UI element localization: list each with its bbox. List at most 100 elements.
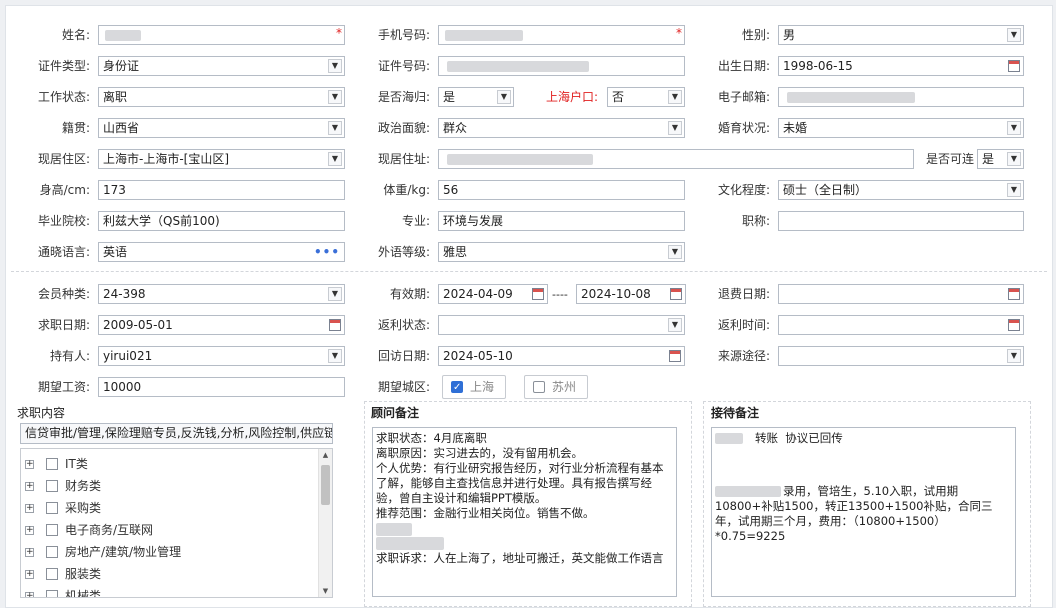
chevron-down-icon[interactable]: ▼ — [668, 121, 682, 135]
expected-salary-input[interactable]: 10000 — [98, 377, 345, 397]
valid-from-input[interactable]: 2024-04-09 — [438, 284, 548, 304]
tree-node[interactable]: + IT类 — [21, 453, 311, 475]
email-input[interactable] — [778, 87, 1024, 107]
rebate-status-label: 返利状态: — [377, 318, 430, 332]
marital-status-select[interactable]: 未婚 ▼ — [778, 118, 1024, 138]
job-title-input[interactable] — [778, 211, 1024, 231]
returnee-label: 是否海归: — [377, 90, 430, 104]
political-status-value: 群众 — [443, 121, 468, 135]
plus-icon[interactable]: + — [25, 548, 34, 557]
checkbox-icon[interactable] — [46, 524, 58, 536]
tree-node[interactable]: + 电子商务/互联网 — [21, 519, 311, 541]
checkbox-icon[interactable] — [46, 568, 58, 580]
returnee-select[interactable]: 是 ▼ — [438, 87, 514, 107]
holder-select[interactable]: yirui021 ▼ — [98, 346, 345, 366]
checkbox-icon[interactable] — [46, 590, 58, 597]
more-icon[interactable]: ••• — [314, 243, 340, 261]
calendar-icon[interactable] — [1008, 319, 1020, 331]
language-level-select[interactable]: 雅思 ▼ — [438, 242, 685, 262]
major-input[interactable]: 环境与发展 — [438, 211, 685, 231]
checkbox-icon[interactable] — [46, 480, 58, 492]
id-number-input[interactable] — [438, 56, 685, 76]
native-place-select[interactable]: 山西省 ▼ — [98, 118, 345, 138]
chevron-down-icon[interactable]: ▼ — [328, 90, 342, 104]
chevron-down-icon[interactable]: ▼ — [328, 59, 342, 73]
chevron-down-icon[interactable]: ▼ — [328, 121, 342, 135]
calendar-icon[interactable] — [532, 288, 544, 300]
checkbox-icon[interactable] — [46, 502, 58, 514]
tree-node[interactable]: + 采购类 — [21, 497, 311, 519]
valid-to-input[interactable]: 2024-10-08 — [576, 284, 686, 304]
member-type-label: 会员种类: — [37, 287, 90, 301]
chevron-down-icon[interactable]: ▼ — [668, 90, 682, 104]
checkbox-icon[interactable] — [46, 458, 58, 470]
job-seek-date-value: 2009-05-01 — [103, 318, 173, 332]
chevron-down-icon[interactable]: ▼ — [328, 287, 342, 301]
weight-input[interactable]: 56 — [438, 180, 685, 200]
political-status-select[interactable]: 群众 ▼ — [438, 118, 685, 138]
plus-icon[interactable]: + — [25, 482, 34, 491]
job-seek-date-input[interactable]: 2009-05-01 — [98, 315, 345, 335]
tree-node[interactable]: + 房地产/建筑/物业管理 — [21, 541, 311, 563]
plus-icon[interactable]: + — [25, 504, 34, 513]
id-number-label: 证件号码: — [377, 59, 430, 73]
tree-scrollbar[interactable]: ▲ ▼ — [318, 449, 332, 597]
phone-input[interactable]: * — [438, 25, 685, 45]
chevron-down-icon[interactable]: ▼ — [328, 349, 342, 363]
consultant-notes-textarea[interactable]: 求职状态：4月底离职 离职原因：实习进去的，没有留用机会。 个人优势：有行业研究… — [372, 427, 677, 597]
member-type-value: 24-398 — [103, 287, 146, 301]
calendar-icon[interactable] — [1008, 60, 1020, 72]
checkbox-icon[interactable] — [46, 546, 58, 558]
scroll-down-icon[interactable]: ▼ — [321, 587, 330, 595]
chevron-down-icon[interactable]: ▼ — [668, 318, 682, 332]
residence-address-input[interactable] — [438, 149, 914, 169]
city-option-label: 上海 — [470, 380, 495, 394]
tree-node[interactable]: + 财务类 — [21, 475, 311, 497]
birth-date-input[interactable]: 1998-06-15 — [778, 56, 1024, 76]
chevron-down-icon[interactable]: ▼ — [1007, 152, 1021, 166]
city-option-suzhou[interactable]: 苏州 — [524, 375, 588, 399]
reception-notes-textarea[interactable]: 转账 协议已回传 录用，管培生，5.10入职，试用期10800+补贴1500，转… — [711, 427, 1016, 597]
member-type-select[interactable]: 24-398 ▼ — [98, 284, 345, 304]
rebate-time-input[interactable] — [778, 315, 1024, 335]
scroll-thumb[interactable] — [321, 465, 330, 505]
chevron-down-icon[interactable]: ▼ — [1007, 349, 1021, 363]
calendar-icon[interactable] — [669, 350, 681, 362]
contactable-select[interactable]: 是 ▼ — [977, 149, 1024, 169]
scroll-up-icon[interactable]: ▲ — [321, 451, 330, 459]
rebate-status-select[interactable]: ▼ — [438, 315, 685, 335]
school-label: 毕业院校: — [37, 214, 90, 228]
chevron-down-icon[interactable]: ▼ — [668, 245, 682, 259]
calendar-icon[interactable] — [1008, 288, 1020, 300]
job-category-tree[interactable]: + IT类 + 财务类 + 采购类 + 电子商务/互联网 + 房地产/建筑/物业管理 + 服… — [20, 448, 333, 598]
calendar-icon[interactable] — [670, 288, 682, 300]
height-input[interactable]: 173 — [98, 180, 345, 200]
chevron-down-icon[interactable]: ▼ — [497, 90, 511, 104]
work-status-select[interactable]: 离职 ▼ — [98, 87, 345, 107]
source-select[interactable]: ▼ — [778, 346, 1024, 366]
residence-area-select[interactable]: 上海市-上海市-[宝山区] ▼ — [98, 149, 345, 169]
job-title-label: 职称: — [741, 214, 770, 228]
school-input[interactable]: 利兹大学（QS前100) — [98, 211, 345, 231]
education-select[interactable]: 硕士（全日制） ▼ — [778, 180, 1024, 200]
name-input[interactable]: * — [98, 25, 345, 45]
city-option-shanghai[interactable]: 上海 — [442, 375, 506, 399]
refund-date-input[interactable] — [778, 284, 1024, 304]
chevron-down-icon[interactable]: ▼ — [1007, 28, 1021, 42]
chevron-down-icon[interactable]: ▼ — [1007, 121, 1021, 135]
tree-node[interactable]: + 服装类 — [21, 563, 311, 585]
tree-node[interactable]: + 机械类 — [21, 585, 311, 597]
shanghai-hukou-select[interactable]: 否 ▼ — [607, 87, 685, 107]
plus-icon[interactable]: + — [25, 460, 34, 469]
plus-icon[interactable]: + — [25, 592, 34, 597]
chevron-down-icon[interactable]: ▼ — [328, 152, 342, 166]
calendar-icon[interactable] — [329, 319, 341, 331]
languages-picker[interactable]: 英语 ••• — [98, 242, 345, 262]
education-value: 硕士（全日制） — [783, 183, 868, 197]
plus-icon[interactable]: + — [25, 526, 34, 535]
visit-date-input[interactable]: 2024-05-10 — [438, 346, 685, 366]
id-type-select[interactable]: 身份证 ▼ — [98, 56, 345, 76]
chevron-down-icon[interactable]: ▼ — [1007, 183, 1021, 197]
plus-icon[interactable]: + — [25, 570, 34, 579]
gender-select[interactable]: 男 ▼ — [778, 25, 1024, 45]
